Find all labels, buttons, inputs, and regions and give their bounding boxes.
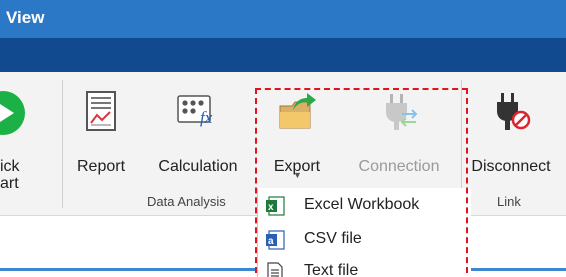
report-button[interactable]: Report [68,82,134,184]
connection-label: Connection [358,158,440,175]
export-dropdown-menu: x Excel Workbook a CSV file Text file [257,188,471,277]
calculation-icon: fx [177,95,213,127]
export-icon [279,93,316,129]
window-title: View [6,8,45,27]
title-bar: View [0,0,566,38]
excel-workbook-label: Excel Workbook [304,196,420,213]
menu-item-excel-workbook[interactable]: x Excel Workbook [258,190,472,220]
svg-text:fx: fx [200,108,213,127]
connection-button[interactable]: Connection [348,82,450,184]
svg-text:a: a [268,236,274,247]
calculation-button[interactable]: fx Calculation [148,82,248,184]
connection-icon [386,94,418,130]
calculation-label: Calculation [158,158,238,175]
excel-icon: x [266,196,285,216]
group-label-link: Link [497,194,521,209]
disconnect-button[interactable]: Disconnect [462,82,560,184]
export-button[interactable]: Export [262,82,332,184]
menu-item-text-file[interactable]: Text file [258,256,472,277]
csv-icon: a [266,230,285,250]
menu-item-csv-file[interactable]: a CSV file [258,224,472,254]
quick-start-label: ick art [0,158,20,192]
text-file-icon [267,262,283,277]
export-dropdown-arrow-icon[interactable]: ▼ [293,170,302,180]
report-label: Report [76,158,126,175]
disconnect-icon [497,93,531,130]
quick-start-button[interactable]: ick art [0,82,44,192]
csv-file-label: CSV file [304,230,362,247]
report-icon [86,91,116,131]
play-icon [0,91,25,135]
svg-text:x: x [268,202,274,213]
group-separator [62,80,63,208]
text-file-label: Text file [304,262,359,277]
ribbon-tab-band [0,38,566,72]
disconnect-label: Disconnect [471,158,551,175]
group-label-data-analysis: Data Analysis [147,194,226,209]
